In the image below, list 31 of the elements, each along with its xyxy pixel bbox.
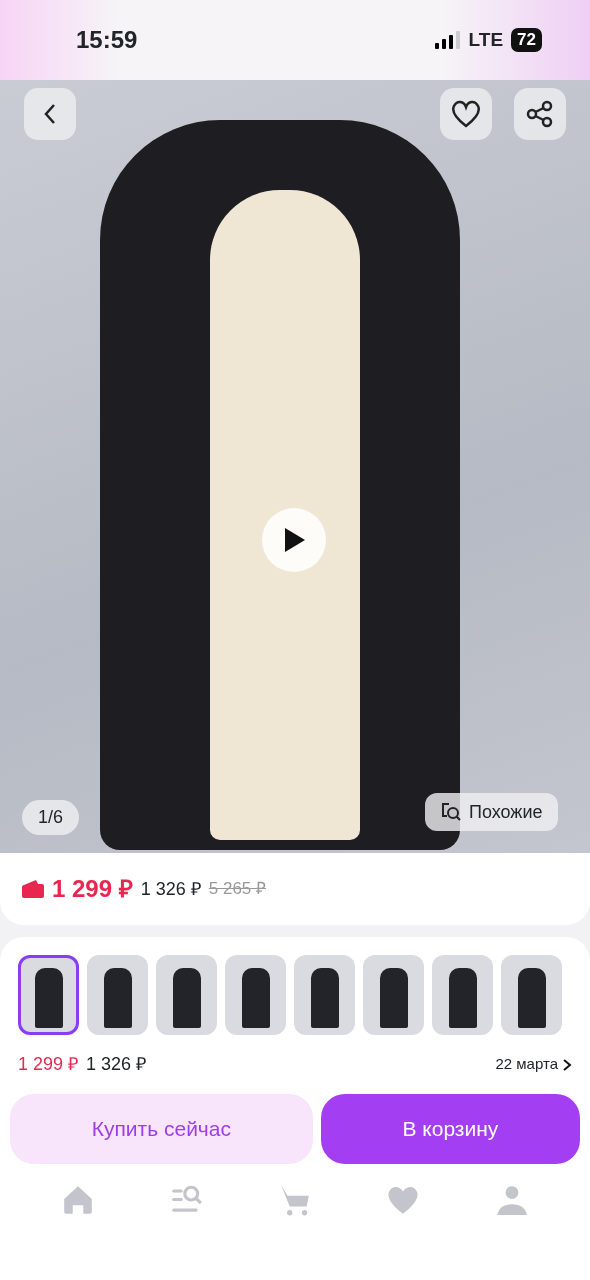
old-price: 1 326 ₽ — [140, 877, 201, 901]
purchase-price: 1 299 ₽ — [18, 1053, 79, 1076]
chevron-right-icon — [562, 1057, 572, 1072]
search-icon — [441, 802, 461, 822]
variant-thumbnail[interactable] — [432, 955, 493, 1035]
battery-level: 72 — [511, 28, 542, 52]
variant-thumbnail[interactable] — [225, 955, 286, 1035]
heart-button[interactable] — [440, 88, 492, 140]
heart-outline-icon — [451, 100, 481, 128]
variant-thumbnail[interactable] — [294, 955, 355, 1035]
status-time: 15:59 — [76, 25, 138, 55]
variant-thumbnail[interactable] — [18, 955, 79, 1035]
add-to-cart-button[interactable]: В корзину — [320, 1094, 580, 1164]
signal-icon — [434, 31, 461, 49]
delivery-date-link[interactable]: 22 марта — [495, 1053, 572, 1076]
similar-button[interactable]: Похожие — [425, 793, 559, 831]
variant-thumbnail[interactable] — [87, 955, 148, 1035]
current-price: 1 299 ₽ — [52, 874, 133, 904]
purchase-old-price: 1 326 ₽ — [86, 1053, 147, 1076]
original-price: 5 265 ₽ — [208, 878, 267, 901]
back-button[interactable] — [24, 88, 76, 140]
wallet-icon — [22, 880, 44, 898]
back-icon — [42, 102, 58, 126]
variant-thumbnail[interactable] — [501, 955, 562, 1035]
network-label: LTE — [468, 27, 504, 52]
image-counter: 1/6 — [22, 800, 80, 835]
share-icon — [526, 100, 554, 128]
variant-thumbnail[interactable] — [363, 955, 424, 1035]
buy-now-button[interactable]: Купить сейчас — [10, 1094, 313, 1164]
variant-thumbnail[interactable] — [156, 955, 217, 1035]
share-button[interactable] — [514, 88, 566, 140]
